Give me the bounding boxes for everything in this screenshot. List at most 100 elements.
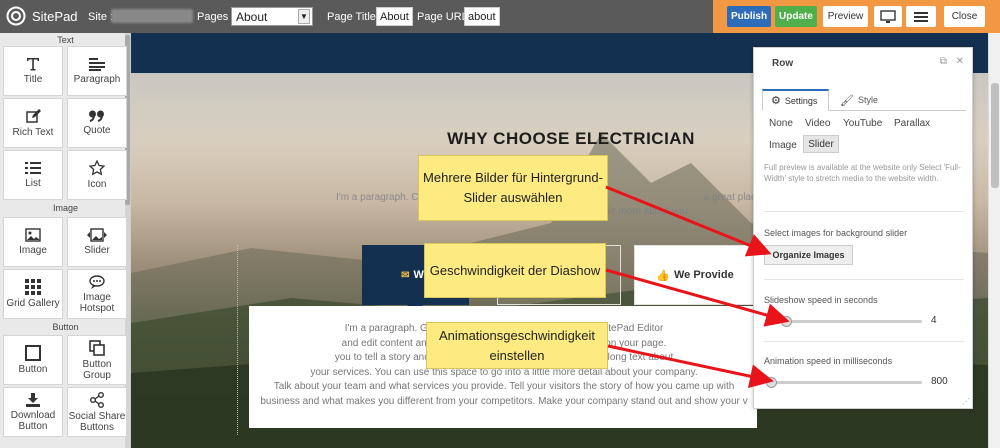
widgets-panel: Text Title Paragraph Rich Text Quote Lis… (0, 33, 131, 448)
tab-style[interactable]: 🖌 Style (832, 89, 886, 111)
widget-rich-text-label: Rich Text (12, 126, 54, 138)
widget-title-label: Title (23, 74, 43, 85)
bg-option-video[interactable]: Video (805, 118, 830, 129)
close-icon[interactable]: ✕ (956, 56, 964, 67)
faded-line-1a: I'm a paragraph. C (336, 192, 419, 203)
column-guide (237, 245, 238, 435)
preview-button[interactable]: Preview (823, 6, 868, 27)
section-label-button: Button (52, 322, 79, 332)
canvas-scrollbar-thumb[interactable] (991, 83, 999, 188)
widget-list[interactable]: List (3, 150, 63, 200)
widget-title[interactable]: Title (3, 46, 63, 96)
bg-option-parallax[interactable]: Parallax (894, 118, 930, 129)
page-title-field[interactable]: About (376, 7, 413, 26)
row-panel-title: Row (772, 58, 794, 69)
pages-label: Pages : (197, 11, 235, 23)
canvas-scrollbar[interactable] (988, 33, 1000, 448)
widget-rich-text[interactable]: Rich Text (3, 98, 63, 148)
update-button[interactable]: Update (775, 6, 817, 27)
title-t-icon (27, 58, 39, 71)
tab-settings-label: Settings (784, 95, 818, 106)
widget-button[interactable]: Button (3, 335, 63, 385)
widget-image-hotspot[interactable]: Image Hotspot (67, 269, 127, 319)
row-panel-tabs: ⚙ Settings 🖌 Style (762, 89, 966, 111)
top-toolbar: SitePad Site : Pages : About ▼ Page Titl… (0, 0, 1000, 33)
menu-button[interactable] (906, 6, 936, 27)
widget-image-label: Image (19, 245, 47, 256)
pages-select[interactable]: About ▼ (231, 7, 313, 26)
slideshow-speed-label: Slideshow speed in seconds (764, 295, 878, 305)
popout-icon[interactable]: ⧉ (940, 56, 947, 67)
bg-option-slider[interactable]: Slider (803, 135, 839, 153)
tab-we-provide[interactable]: 👍 We Provide (634, 245, 756, 305)
widget-button-label: Button (18, 364, 48, 375)
page-url-field[interactable]: about (464, 7, 500, 26)
close-button[interactable]: Close (944, 6, 985, 27)
widget-social-share[interactable]: Social Share Buttons (67, 387, 127, 437)
paragraph-icon (89, 58, 105, 71)
grid-icon (25, 279, 41, 295)
download-icon (26, 392, 40, 407)
widget-download-button[interactable]: Download Button (3, 387, 63, 437)
site-label: Site : (88, 11, 114, 23)
animation-speed-track[interactable] (766, 381, 922, 384)
widget-quote[interactable]: Quote (67, 98, 127, 148)
section-label-image: Image (52, 203, 78, 213)
publish-button[interactable]: Publish (727, 6, 771, 27)
sitepad-logo-icon (6, 6, 26, 26)
monitor-icon (880, 9, 896, 23)
desktop-view-button[interactable] (874, 6, 902, 27)
widget-image-hotspot-label: Image Hotspot (79, 291, 115, 314)
section-heading[interactable]: WHY CHOOSE ELECTRICIAN (431, 129, 711, 149)
thumbs-up-icon: 👍 (656, 269, 670, 282)
widget-icon[interactable]: Icon (67, 150, 127, 200)
page-url-label: Page URL: (417, 11, 471, 23)
callout-select-images: Mehrere Bilder für Hintergrund-Slider au… (418, 155, 608, 221)
widget-slider[interactable]: Slider (67, 217, 127, 267)
app-name: SitePad (32, 8, 78, 24)
widget-quote-label: Quote (83, 125, 111, 136)
widget-grid-gallery[interactable]: Grid Gallery (3, 269, 63, 319)
resize-handle-icon[interactable]: ⋰ (962, 397, 970, 406)
widget-slider-label: Slider (84, 245, 110, 256)
app-logo: SitePad (6, 6, 78, 26)
tab-settings[interactable]: ⚙ Settings (762, 89, 829, 111)
page-title-label: Page Title: (327, 11, 379, 23)
card-line: Talk about your team and what services y… (273, 381, 735, 392)
chevron-down-icon[interactable]: ▼ (298, 9, 310, 24)
widget-grid-gallery-label: Grid Gallery (6, 298, 60, 309)
callout-slideshow-speed: Geschwindigkeit der Diashow (424, 243, 606, 298)
quote-icon (89, 110, 104, 122)
select-images-label: Select images for background slider (764, 228, 908, 238)
bg-option-none[interactable]: None (769, 118, 793, 129)
animation-speed-value: 800 (931, 376, 948, 387)
organize-images-button[interactable]: Organize Images (764, 245, 853, 265)
edit-pencil-icon (25, 108, 41, 123)
button-square-icon (25, 345, 41, 361)
section-label-text: Text (57, 35, 74, 45)
callout-animation-speed: Animationsgeschwindigkeit einstellen (426, 322, 608, 369)
brush-icon: 🖌 (840, 94, 854, 107)
tab-style-label: Style (857, 95, 878, 105)
widget-paragraph[interactable]: Paragraph (67, 46, 127, 96)
list-icon (25, 162, 41, 174)
widget-paragraph-label: Paragraph (73, 74, 121, 85)
bg-option-image[interactable]: Image (769, 140, 797, 151)
pages-select-value: About (236, 9, 268, 24)
tab-we-provide-label: We Provide (673, 269, 734, 281)
share-icon (90, 391, 104, 408)
widget-download-button-label: Download Button (10, 409, 56, 432)
widget-button-group-label: Button Group (82, 358, 112, 381)
hamburger-menu-icon (914, 11, 928, 22)
site-name-redacted[interactable] (111, 9, 193, 23)
speech-bubble-icon (89, 274, 105, 289)
slider-image-icon (87, 228, 107, 242)
widget-list-label: List (25, 178, 41, 189)
slideshow-speed-knob[interactable] (780, 316, 792, 327)
widget-button-group[interactable]: Button Group (67, 335, 127, 385)
widget-image[interactable]: Image (3, 217, 63, 267)
bg-option-youtube[interactable]: YouTube (843, 118, 882, 129)
envelope-icon: ✉ (401, 269, 410, 281)
animation-speed-knob[interactable] (766, 377, 777, 388)
row-settings-panel: Row ⧉ ✕ ⚙ Settings 🖌 Style None Video Yo… (753, 47, 973, 409)
